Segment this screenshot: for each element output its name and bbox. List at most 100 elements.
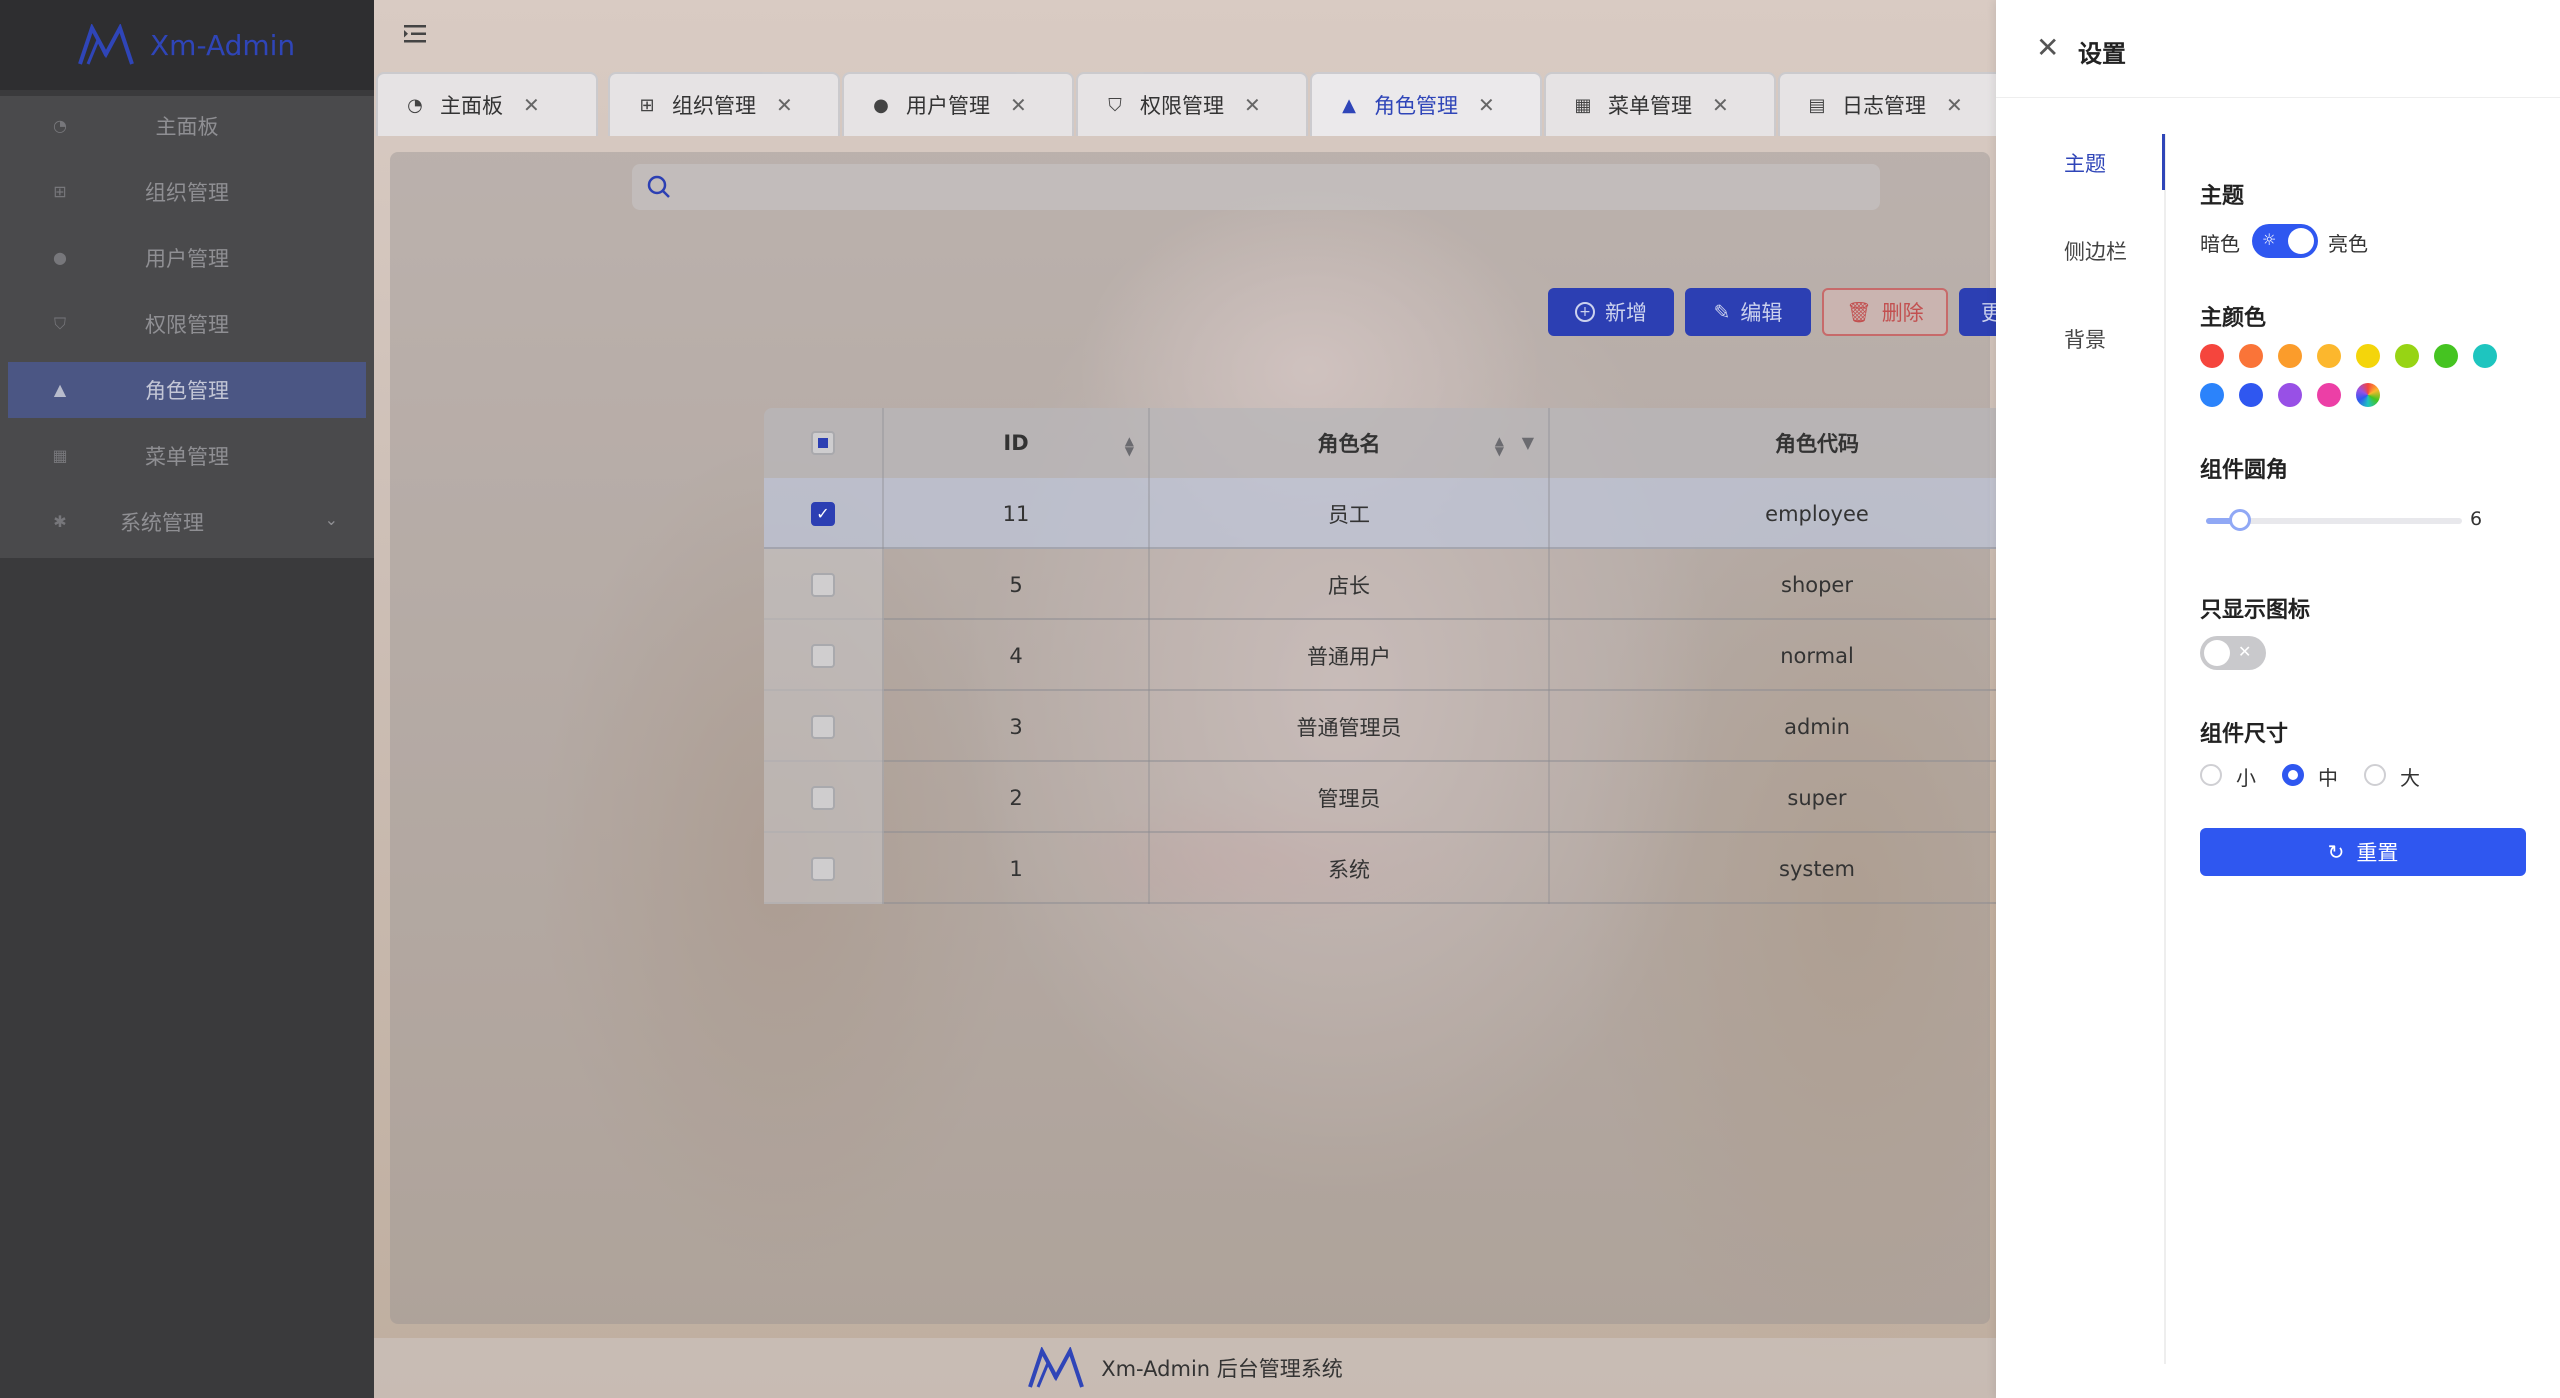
sidebar-item-menus[interactable]: ▦ 菜单管理	[8, 428, 366, 484]
tab-dashboard[interactable]: ◔ 主面板 ✕	[376, 72, 598, 136]
top-bar	[374, 0, 1996, 72]
size-section-title: 组件尺寸	[2200, 722, 2289, 747]
dashboard-icon: ◔	[407, 94, 423, 116]
cell-id: 3	[884, 691, 1150, 762]
sidebar-item-permissions[interactable]: ⛉ 权限管理	[8, 296, 366, 352]
cell-name: 普通用户	[1150, 620, 1550, 691]
theme-toggle[interactable]: ☼	[2252, 224, 2318, 258]
delete-button[interactable]: 🗑 删除	[1822, 288, 1948, 336]
row-checkbox[interactable]	[811, 714, 835, 739]
close-icon[interactable]: ✕	[1478, 93, 1495, 117]
color-swatch[interactable]	[2317, 344, 2341, 368]
icon-only-toggle[interactable]: ✕	[2200, 636, 2266, 670]
sidebar-item-label: 角色管理	[145, 379, 229, 403]
settings-nav-theme[interactable]: 主题	[2064, 148, 2106, 178]
size-radio-medium[interactable]	[2282, 764, 2304, 786]
sort-icon[interactable]: ▲▼	[1495, 435, 1504, 457]
close-icon[interactable]: ✕	[1946, 93, 1963, 117]
grid-icon: ▦	[1574, 94, 1592, 116]
sidebar-menu: ◔ 主面板 ⊞ 组织管理 ● 用户管理 ⛉ 权限管理 ▲ 角色管理 ▦ 菜单管理…	[0, 96, 374, 558]
row-select-cell	[764, 691, 884, 762]
select-all-checkbox[interactable]	[811, 431, 835, 455]
settings-nav: 主题 侧边栏 背景	[1996, 134, 2166, 1364]
color-swatch[interactable]	[2473, 344, 2497, 368]
row-checkbox[interactable]	[811, 856, 835, 881]
tab-logs[interactable]: ▤ 日志管理 ✕	[1778, 72, 2010, 136]
tab-permissions[interactable]: ⛉ 权限管理 ✕	[1076, 72, 1308, 136]
color-swatch[interactable]	[2395, 344, 2419, 368]
color-swatch[interactable]	[2278, 383, 2302, 407]
theme-section-title: 主题	[2200, 184, 2245, 209]
col-name[interactable]: 角色名 ▲ ▼ ▼	[1150, 408, 1550, 478]
sidebar-item-dashboard[interactable]: ◔ 主面板	[8, 98, 366, 154]
color-swatch[interactable]	[2239, 383, 2263, 407]
org-icon: ⊞	[639, 94, 655, 116]
edit-button[interactable]: ✎ 编辑	[1685, 288, 1811, 336]
cell-name: 管理员	[1150, 762, 1550, 833]
cell-id: 1	[884, 833, 1150, 904]
close-icon[interactable]: ✕	[1010, 93, 1027, 117]
main-area: ◔ 主面板 ✕ ⊞ 组织管理 ✕ ● 用户管理 ✕ ⛉ 权限管理 ✕ ▲ 角色管…	[374, 0, 2356, 1398]
close-icon: ✕	[2238, 642, 2252, 661]
tab-users[interactable]: ● 用户管理 ✕	[842, 72, 1074, 136]
sort-icon[interactable]: ▲▼	[1125, 435, 1134, 457]
toggle-knob	[2288, 228, 2314, 254]
filter-icon[interactable]: ▼	[1522, 435, 1534, 451]
close-icon[interactable]: ✕	[2036, 34, 2059, 62]
size-radio-small[interactable]	[2200, 764, 2222, 786]
row-checkbox[interactable]	[811, 643, 835, 668]
slider-handle[interactable]	[2229, 509, 2252, 531]
color-swatch[interactable]	[2356, 344, 2380, 368]
close-icon[interactable]: ✕	[1712, 93, 1729, 117]
icon-only-section-title: 只显示图标	[2200, 598, 2311, 623]
add-button[interactable]: + 新增	[1548, 288, 1674, 336]
tab-org[interactable]: ⊞ 组织管理 ✕	[608, 72, 840, 136]
row-select-cell: ✓	[764, 478, 884, 549]
reset-button[interactable]: ↻ 重置	[2200, 828, 2526, 876]
sidebar-item-system[interactable]: ✱ 系统管理 ⌄	[8, 494, 366, 550]
row-checkbox[interactable]: ✓	[811, 501, 835, 526]
close-icon[interactable]: ✕	[776, 93, 793, 117]
col-id[interactable]: ID ▲ ▼	[884, 408, 1150, 478]
search-input[interactable]	[682, 167, 1880, 207]
radius-slider[interactable]	[2206, 509, 2462, 531]
row-checkbox[interactable]	[811, 785, 835, 810]
color-swatch[interactable]	[2434, 344, 2458, 368]
settings-nav-background[interactable]: 背景	[2064, 324, 2106, 354]
cell-id: 4	[884, 620, 1150, 691]
radius-value: 6	[2470, 508, 2483, 530]
tab-label: 组织管理	[672, 94, 756, 118]
color-swatch[interactable]	[2317, 383, 2341, 407]
chevron-down-icon: ⌄	[324, 510, 338, 529]
close-icon[interactable]: ✕	[1244, 93, 1261, 117]
row-select-cell	[764, 833, 884, 904]
color-swatch[interactable]	[2239, 344, 2263, 368]
cell-name: 系统	[1150, 833, 1550, 904]
color-swatch[interactable]	[2200, 383, 2224, 407]
settings-nav-sidebar[interactable]: 侧边栏	[2064, 236, 2127, 266]
logo[interactable]: Xm-Admin	[0, 0, 374, 90]
col-name-label: 角色名	[1317, 432, 1381, 456]
tab-menus[interactable]: ▦ 菜单管理 ✕	[1544, 72, 1776, 136]
sidebar-item-roles[interactable]: ▲ 角色管理	[8, 362, 366, 418]
color-swatch[interactable]	[2200, 344, 2224, 368]
menu-fold-icon[interactable]	[402, 22, 428, 46]
tab-label: 菜单管理	[1608, 94, 1692, 118]
sidebar-item-org[interactable]: ⊞ 组织管理	[8, 164, 366, 220]
search-bar[interactable]	[632, 164, 1880, 210]
size-radio-large[interactable]	[2364, 764, 2386, 786]
color-swatch[interactable]	[2356, 383, 2380, 407]
toggle-knob	[2204, 640, 2230, 666]
tab-label: 权限管理	[1140, 94, 1224, 118]
sidebar-item-users[interactable]: ● 用户管理	[8, 230, 366, 286]
row-select-cell	[764, 549, 884, 620]
col-id-label: ID	[1003, 431, 1029, 455]
log-icon: ▤	[1808, 94, 1826, 116]
toolbar: + 新增 ✎ 编辑 🗑 删除 更多操作 ⌄	[390, 288, 2137, 338]
row-checkbox[interactable]	[811, 572, 835, 597]
tab-label: 主面板	[440, 94, 503, 118]
shield-icon: ⛉	[1108, 94, 1122, 116]
close-icon[interactable]: ✕	[523, 93, 540, 117]
color-swatch[interactable]	[2278, 344, 2302, 368]
tab-roles[interactable]: ▲ 角色管理 ✕	[1310, 72, 1542, 136]
